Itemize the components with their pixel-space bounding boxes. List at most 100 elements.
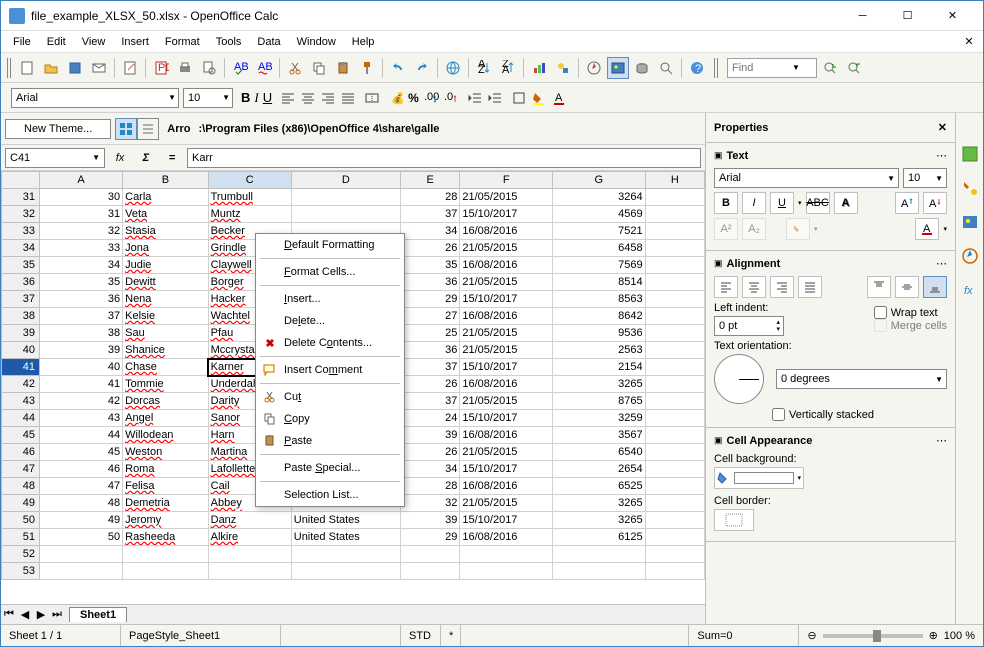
sidebar-functions-icon[interactable]: fx (959, 279, 981, 301)
sheet-tab[interactable]: Sheet1 (69, 607, 127, 622)
cell[interactable]: 3265 (553, 512, 646, 529)
props-font-color-button[interactable]: A (915, 218, 939, 240)
valign-middle-button[interactable] (895, 276, 919, 298)
valign-bottom-button[interactable] (923, 276, 947, 298)
column-header[interactable]: B (123, 172, 209, 189)
more-options-button[interactable]: ⋯ (936, 434, 947, 447)
new-doc-button[interactable] (16, 57, 38, 79)
cell[interactable]: Judie (123, 257, 209, 274)
menu-edit[interactable]: Edit (39, 34, 74, 50)
cell[interactable]: 16/08/2016 (460, 376, 553, 393)
row-header[interactable]: 37 (2, 291, 40, 308)
cell[interactable]: 29 (401, 529, 460, 546)
props-sub-button[interactable]: A₂ (742, 218, 766, 240)
currency-button[interactable]: 💰 (388, 90, 404, 106)
context-menu-item[interactable]: Insert... (256, 288, 404, 310)
next-sheet-button[interactable]: ▶ (33, 608, 49, 621)
cell[interactable] (401, 563, 460, 580)
cell[interactable] (291, 546, 400, 563)
cell[interactable]: 37 (40, 308, 123, 325)
menu-help[interactable]: Help (344, 34, 383, 50)
props-super-button[interactable]: A² (714, 218, 738, 240)
gallery-list-view-button[interactable] (137, 118, 159, 140)
font-size-combo[interactable]: 10 ▼ (183, 88, 233, 108)
row-header[interactable]: 40 (2, 342, 40, 359)
email-button[interactable] (88, 57, 110, 79)
cell[interactable]: 21/05/2015 (460, 444, 553, 461)
cell[interactable] (645, 291, 704, 308)
cell[interactable]: Roma (123, 461, 209, 478)
menu-view[interactable]: View (74, 34, 114, 50)
cell[interactable]: 46 (40, 461, 123, 478)
cell[interactable] (645, 325, 704, 342)
cell[interactable]: Danz (208, 512, 291, 529)
props-grow-button[interactable]: A (895, 192, 919, 214)
cell[interactable]: Muntz (208, 206, 291, 223)
more-options-button[interactable]: ⋯ (936, 149, 947, 162)
cell[interactable]: 24 (401, 410, 460, 427)
cell[interactable]: 45 (40, 444, 123, 461)
row-header[interactable]: 53 (2, 563, 40, 580)
cell[interactable]: 41 (40, 376, 123, 393)
menu-insert[interactable]: Insert (113, 34, 157, 50)
zoom-value[interactable]: 100 % (944, 630, 975, 642)
cell[interactable] (645, 342, 704, 359)
decrease-indent-button[interactable] (467, 90, 483, 106)
maximize-button[interactable]: ☐ (885, 2, 930, 30)
cell[interactable]: 15/10/2017 (460, 206, 553, 223)
cell[interactable]: 15/10/2017 (460, 291, 553, 308)
cell[interactable] (645, 444, 704, 461)
cell[interactable] (40, 563, 123, 580)
cell[interactable]: Tommie (123, 376, 209, 393)
row-header[interactable]: 44 (2, 410, 40, 427)
cell[interactable]: Felisa (123, 478, 209, 495)
cell[interactable] (645, 427, 704, 444)
cell[interactable]: 36 (401, 274, 460, 291)
cell[interactable]: 49 (40, 512, 123, 529)
cell[interactable]: Nena (123, 291, 209, 308)
cell[interactable]: Kelsie (123, 308, 209, 325)
show-draw-button[interactable] (552, 57, 574, 79)
cell[interactable]: 21/05/2015 (460, 240, 553, 257)
cell[interactable] (645, 495, 704, 512)
cell[interactable]: 16/08/2016 (460, 427, 553, 444)
row-header[interactable]: 48 (2, 478, 40, 495)
menu-tools[interactable]: Tools (208, 34, 250, 50)
cell-border-picker[interactable] (714, 509, 754, 531)
cell[interactable] (645, 376, 704, 393)
column-header[interactable]: G (553, 172, 646, 189)
gallery-icon-view-button[interactable] (115, 118, 137, 140)
cell[interactable]: United States (291, 529, 400, 546)
sidebar-styles-icon[interactable] (959, 177, 981, 199)
column-header[interactable]: A (40, 172, 123, 189)
print-button[interactable] (174, 57, 196, 79)
cell[interactable] (291, 189, 400, 206)
chart-button[interactable] (528, 57, 550, 79)
last-sheet-button[interactable]: ⏭ (49, 608, 65, 621)
cell[interactable]: 3265 (553, 376, 646, 393)
cell[interactable]: 3567 (553, 427, 646, 444)
cell[interactable]: 7521 (553, 223, 646, 240)
context-menu-item[interactable]: Paste (256, 430, 404, 452)
row-header[interactable]: 52 (2, 546, 40, 563)
row-header[interactable]: 32 (2, 206, 40, 223)
print-preview-button[interactable] (198, 57, 220, 79)
cell[interactable] (645, 223, 704, 240)
cell[interactable]: 8514 (553, 274, 646, 291)
cell[interactable]: 6525 (553, 478, 646, 495)
cell[interactable]: 37 (401, 206, 460, 223)
menu-format[interactable]: Format (157, 34, 208, 50)
cell[interactable]: 9536 (553, 325, 646, 342)
sidebar-properties-icon[interactable] (959, 143, 981, 165)
merge-cells-button[interactable] (364, 90, 380, 106)
cell[interactable]: 28 (401, 478, 460, 495)
cell[interactable]: United States (291, 512, 400, 529)
font-name-combo[interactable]: Arial ▼ (11, 88, 179, 108)
props-shadow-button[interactable]: A (834, 192, 858, 214)
cell[interactable]: 2154 (553, 359, 646, 376)
row-header[interactable]: 51 (2, 529, 40, 546)
remove-decimal-button[interactable]: .0 (443, 90, 459, 106)
row-header[interactable]: 33 (2, 223, 40, 240)
cell[interactable]: 36 (40, 291, 123, 308)
cell[interactable]: 2654 (553, 461, 646, 478)
